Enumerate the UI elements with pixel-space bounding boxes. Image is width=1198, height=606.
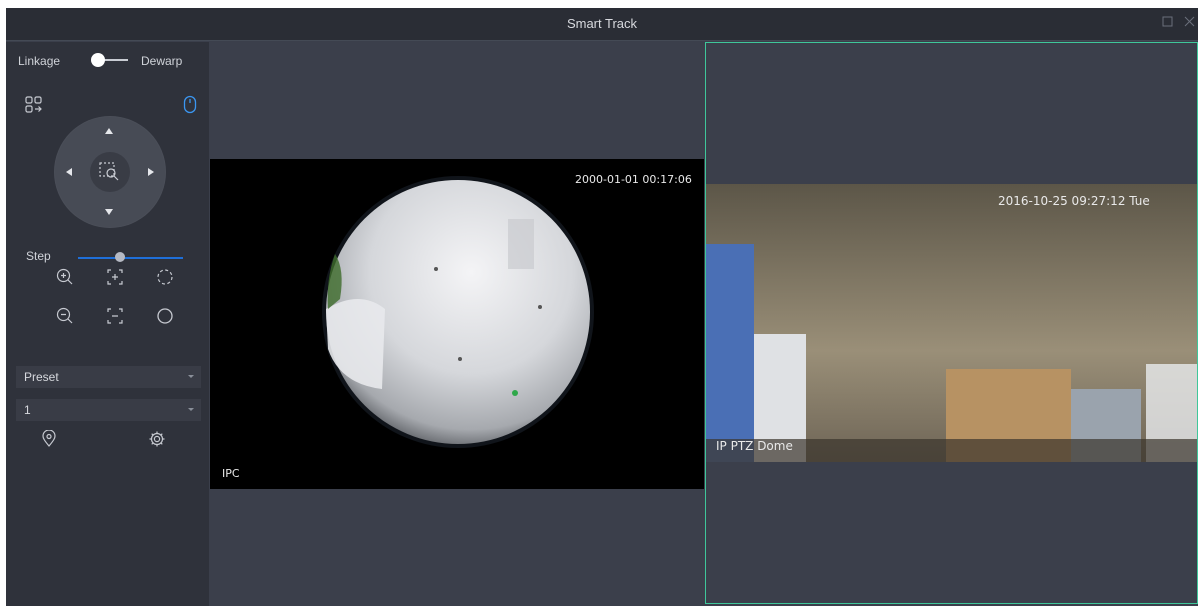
pan-left-button[interactable] bbox=[66, 168, 72, 176]
pan-down-button[interactable] bbox=[105, 209, 113, 215]
preset-number-select[interactable]: 1 bbox=[16, 399, 201, 421]
focus-far-icon[interactable] bbox=[106, 307, 124, 330]
layout-switch-icon[interactable] bbox=[25, 96, 43, 119]
title-bar: Smart Track bbox=[6, 8, 1198, 41]
chevron-down-icon bbox=[188, 375, 194, 378]
fisheye-timestamp: 2000-01-01 00:17:06 bbox=[575, 173, 692, 186]
call-preset-location-icon[interactable] bbox=[41, 429, 57, 453]
preset-type-value: Preset bbox=[24, 370, 59, 384]
zoom-in-icon[interactable] bbox=[56, 268, 74, 291]
ptz-timestamp: 2016-10-25 09:27:12 Tue bbox=[998, 194, 1150, 208]
fisheye-label: IPC bbox=[222, 467, 240, 480]
preset-type-select[interactable]: Preset bbox=[16, 366, 201, 388]
focus-near-icon[interactable] bbox=[106, 268, 124, 291]
ptz-control-panel: Linkage Dewarp Step Preset 1 bbox=[6, 42, 209, 606]
dewarp-label: Dewarp bbox=[141, 54, 183, 68]
mouse-icon[interactable] bbox=[183, 95, 197, 120]
iris-open-icon[interactable] bbox=[156, 268, 174, 291]
preset-number-value: 1 bbox=[24, 403, 31, 417]
ptz-image bbox=[706, 184, 1197, 462]
iris-close-icon[interactable] bbox=[156, 307, 174, 330]
close-icon[interactable] bbox=[1184, 16, 1195, 30]
window-title: Smart Track bbox=[566, 16, 638, 31]
toggle-knob[interactable] bbox=[91, 53, 105, 67]
fisheye-video[interactable]: 2000-01-01 00:17:06 IPC bbox=[210, 159, 704, 489]
zoom-out-icon[interactable] bbox=[56, 307, 74, 330]
fisheye-image bbox=[322, 176, 594, 448]
direction-pad bbox=[54, 116, 166, 228]
maximize-icon[interactable] bbox=[1162, 16, 1173, 30]
ptz-label: IP PTZ Dome bbox=[716, 439, 793, 453]
linkage-label: Linkage bbox=[18, 54, 61, 68]
step-slider-handle[interactable] bbox=[115, 252, 125, 262]
pan-right-button[interactable] bbox=[148, 168, 154, 176]
smart-track-window: Smart Track Linkage Dewarp Step Preset 1… bbox=[6, 8, 1198, 606]
step-label: Step bbox=[26, 249, 51, 263]
ptz-video[interactable]: 2016-10-25 09:27:12 Tue IP PTZ Dome bbox=[706, 184, 1197, 462]
dpad-center-button[interactable] bbox=[90, 152, 130, 192]
chevron-down-icon bbox=[188, 408, 194, 411]
step-slider-track bbox=[78, 257, 183, 259]
pan-up-button[interactable] bbox=[105, 128, 113, 134]
fisheye-view-pane[interactable]: 2000-01-01 00:17:06 IPC bbox=[210, 42, 704, 606]
preset-settings-gear-icon[interactable] bbox=[148, 430, 166, 453]
area-zoom-icon bbox=[99, 162, 121, 187]
ptz-view-pane[interactable]: 2016-10-25 09:27:12 Tue IP PTZ Dome bbox=[705, 42, 1198, 604]
